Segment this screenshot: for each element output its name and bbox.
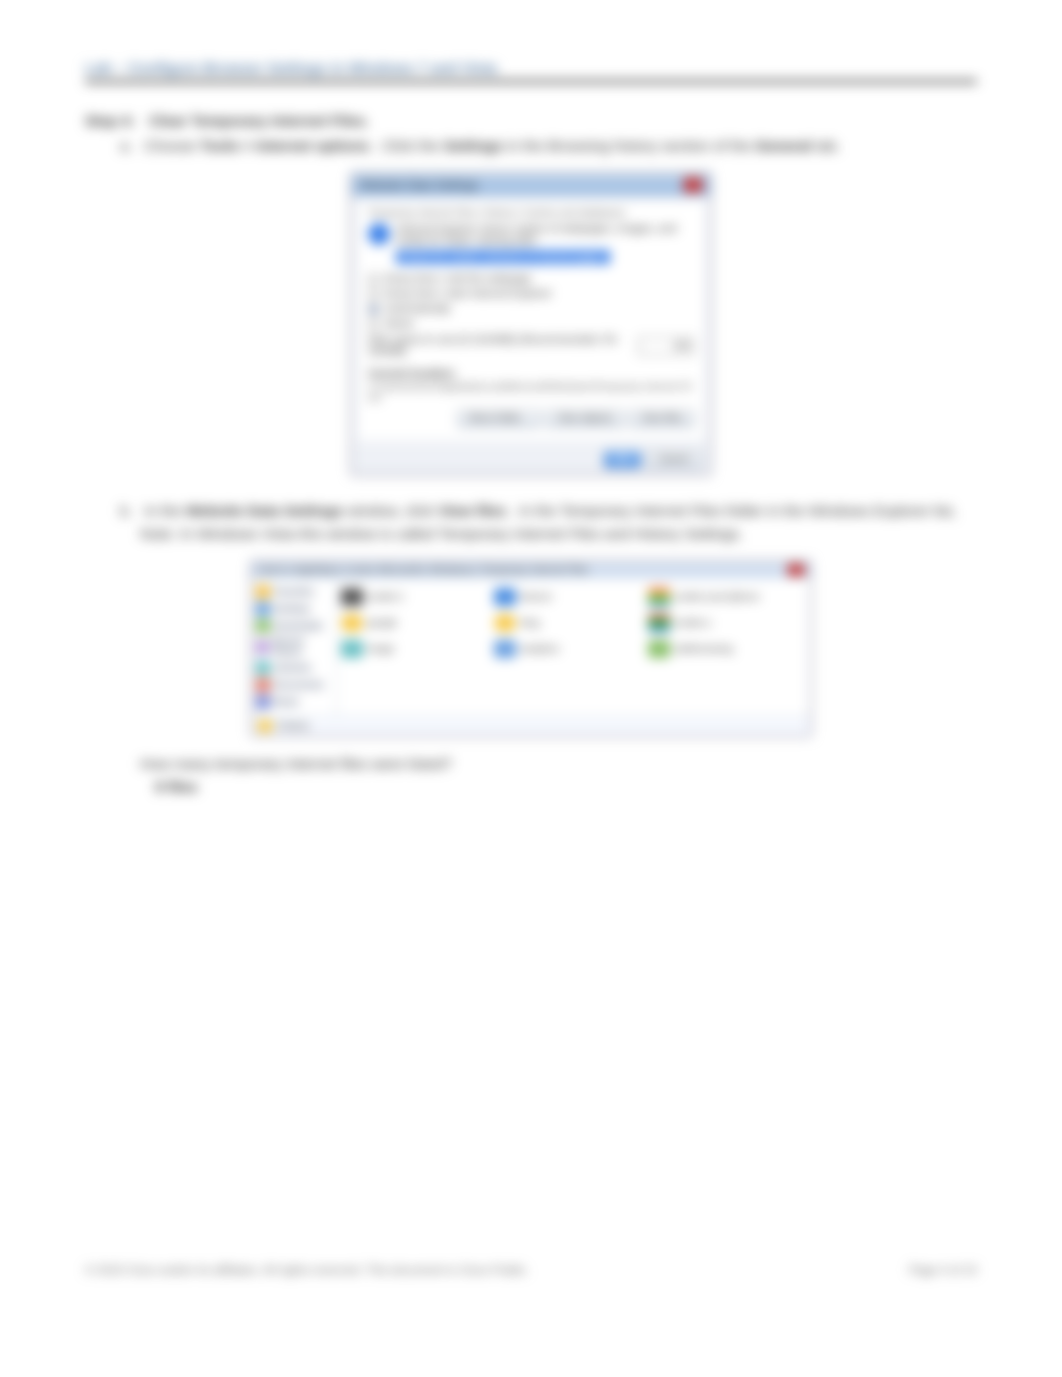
check-newer-label: Check for newer versions of stored pages…	[396, 250, 610, 264]
view-objects-button[interactable]: View objects	[546, 410, 624, 427]
explorer-screenshot: User1 ▸ AppData ▸ Local ▸ Microsoft ▸ Wi…	[251, 561, 811, 736]
item-lbl: image	[367, 644, 394, 655]
question-text: How many temporary internet files were l…	[85, 756, 977, 773]
footer-copyright: © 2015 Cisco and/or its affiliates. All …	[85, 1263, 529, 1277]
move-folder-button[interactable]: Move folder...	[458, 410, 540, 427]
explorer-content: cookie:1 favicon cookie:user1@msn google…	[337, 578, 810, 716]
b-b2: View files	[438, 503, 506, 520]
sidebar-item-desktop[interactable]: Desktop	[256, 602, 332, 616]
side-lbl-2: Downloads	[273, 621, 322, 632]
item-lbl: bing	[520, 618, 539, 629]
folder-icon	[258, 720, 272, 732]
letter-b: b.	[120, 503, 140, 520]
current-location-title: Current location:	[368, 368, 694, 380]
side-lbl-0: Favorites	[273, 587, 314, 598]
instruction-a: a. Choose Tools > Internet options . Cli…	[85, 138, 977, 155]
sidebar-item-downloads[interactable]: Downloads	[256, 619, 332, 633]
dialog-tabs[interactable]: Temporary Internet Files | History | Cac…	[368, 208, 694, 219]
b-t2: window, click	[347, 503, 438, 520]
a-t3: in the Browsing history section of the	[507, 138, 755, 155]
opt4-label: Never	[385, 318, 414, 330]
radio-every-visit[interactable]: Every time I visit the webpage	[368, 273, 694, 285]
list-item[interactable]: bing	[494, 614, 647, 632]
list-item[interactable]: google	[341, 614, 494, 632]
radio-every-start[interactable]: Every time I start Internet Explorer	[368, 288, 694, 300]
item-lbl: analytics	[520, 644, 559, 655]
close-icon[interactable]: ×	[684, 178, 702, 192]
sidebar-item-music[interactable]: Music	[256, 695, 332, 709]
explorer-statusbar: 9 items	[252, 716, 810, 735]
disk-space-input[interactable]: 250	[638, 337, 694, 355]
list-item[interactable]: cookie:1	[341, 588, 494, 606]
instruction-b-note: Note: In Windows Vista this window is ca…	[120, 526, 977, 543]
step-title: Clear Temporary Internet Files.	[149, 113, 369, 130]
item-lbl: cookie:1	[367, 592, 404, 603]
sidebar-item-libraries[interactable]: Libraries	[256, 661, 332, 675]
explorer-close-icon[interactable]: ×	[788, 564, 804, 576]
letter-a: a.	[120, 138, 140, 155]
list-item[interactable]: analytics	[494, 640, 647, 658]
settings-dialog-screenshot: Website Data Settings × Temporary Intern…	[351, 173, 711, 475]
item-lbl: google	[367, 618, 397, 629]
sidebar-item-recent[interactable]: Recent Places	[256, 636, 332, 658]
step-label: Step 4:	[85, 113, 145, 130]
radio-never[interactable]: Never	[368, 318, 694, 330]
sidebar-item-favorites[interactable]: Favorites	[256, 585, 332, 599]
opt1-label: Every time I visit the webpage	[385, 273, 531, 285]
dialog-desc: Internet Explorer stores copies of webpa…	[396, 223, 694, 247]
side-lbl-6: Music	[273, 697, 299, 708]
b-t1: In the	[144, 503, 186, 520]
a-t1: Choose	[144, 138, 200, 155]
a-b3: General	[755, 138, 811, 155]
file-icon	[648, 640, 670, 658]
item-lbl: cookie:user1@msn	[674, 592, 760, 603]
file-icon	[648, 614, 670, 632]
disk-space-label: Disk space to use (8-1024MB) (Recommende…	[368, 334, 638, 358]
view-files-button[interactable]: View files	[630, 410, 694, 427]
file-icon	[341, 640, 363, 658]
dialog-title-text: Website Data Settings	[360, 178, 479, 192]
file-icon	[494, 614, 516, 632]
list-item[interactable]: cookie:user1@msn	[648, 588, 801, 606]
instruction-b: b. In the Website Data Settings window, …	[85, 503, 977, 543]
explorer-sidebar: Favorites Desktop Downloads Recent Place…	[252, 578, 337, 716]
file-icon	[648, 588, 670, 606]
item-lbl: cookie:u	[674, 618, 711, 629]
info-icon	[368, 223, 390, 245]
file-icon	[341, 614, 363, 632]
file-icon	[494, 588, 516, 606]
a-b2: Settings	[444, 138, 503, 155]
footer-page-number: Page 4 of 10	[909, 1263, 977, 1277]
b-t3: . In the Temporary Internet Files folder…	[510, 503, 956, 520]
a-t2: . Click the	[374, 138, 444, 155]
cancel-button[interactable]: Cancel	[647, 451, 700, 468]
item-lbl: favicon	[520, 592, 552, 603]
opt2-label: Every time I start Internet Explorer	[385, 288, 552, 300]
side-lbl-5: Documents	[273, 680, 324, 691]
list-item[interactable]: safebrowsing	[648, 640, 801, 658]
list-item[interactable]: cookie:u	[648, 614, 801, 632]
list-item[interactable]: image	[341, 640, 494, 658]
a-t4: tab.	[815, 138, 840, 155]
radio-automatically[interactable]: Automatically	[368, 303, 694, 315]
file-icon	[341, 588, 363, 606]
side-lbl-1: Desktop	[273, 604, 310, 615]
opt3-label: Automatically	[385, 303, 450, 315]
file-icon	[494, 640, 516, 658]
current-location-path: C:\Users\User1\AppData\Local\Microsoft\W…	[368, 382, 694, 404]
answer-text: 9 files	[85, 779, 977, 796]
dialog-titlebar: Website Data Settings ×	[352, 174, 710, 196]
side-lbl-4: Libraries	[273, 663, 311, 674]
page-header: Lab – Configure Browser Settings in Wind…	[85, 60, 497, 77]
step-heading: Step 4: Clear Temporary Internet Files.	[85, 113, 977, 130]
a-b1: Tools > Internet options	[200, 138, 369, 155]
side-lbl-3: Recent Places	[272, 636, 332, 658]
item-lbl: safebrowsing	[674, 644, 733, 655]
b-b1: Website Data Settings	[186, 503, 343, 520]
breadcrumb[interactable]: User1 ▸ AppData ▸ Local ▸ Microsoft ▸ Wi…	[258, 565, 589, 576]
item-count: 9 items	[277, 721, 309, 732]
list-item[interactable]: favicon	[494, 588, 647, 606]
sidebar-item-documents[interactable]: Documents	[256, 678, 332, 692]
ok-button[interactable]: OK	[604, 451, 640, 468]
